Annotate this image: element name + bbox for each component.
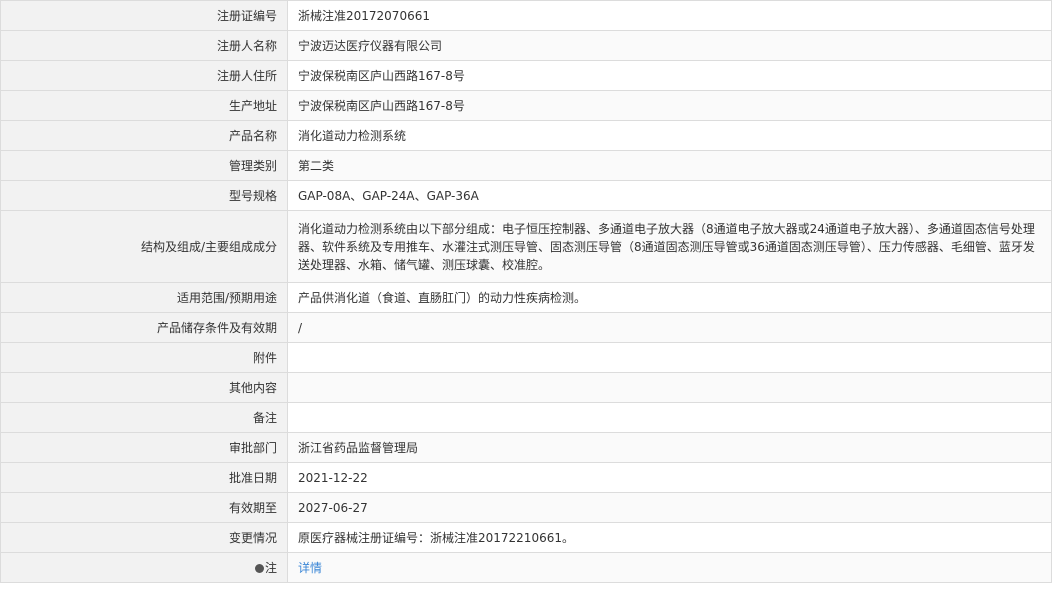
row-label: 管理类别 (0, 150, 288, 181)
table-row: 管理类别 第二类 (0, 150, 1052, 181)
approval-date-value: 2021-12-22 (287, 462, 1052, 493)
bulb-icon (254, 563, 264, 573)
registration-number-value: 浙械注准20172070661 (287, 0, 1052, 31)
row-label: 备注 (0, 402, 288, 433)
table-row: 产品储存条件及有效期 / (0, 312, 1052, 343)
table-row: 注册证编号 浙械注准20172070661 (0, 0, 1052, 31)
row-label: 适用范围/预期用途 (0, 282, 288, 313)
table-row: 产品名称 消化道动力检测系统 (0, 120, 1052, 151)
storage-validity-value: / (287, 312, 1052, 343)
remarks-value (287, 402, 1052, 433)
management-category-value: 第二类 (287, 150, 1052, 181)
approval-department-value: 浙江省药品监督管理局 (287, 432, 1052, 463)
change-history-value: 原医疗器械注册证编号：浙械注准20172210661。 (287, 522, 1052, 553)
row-label: 产品名称 (0, 120, 288, 151)
table-row: 型号规格 GAP-08A、GAP-24A、GAP-36A (0, 180, 1052, 211)
row-label: 审批部门 (0, 432, 288, 463)
model-spec-value: GAP-08A、GAP-24A、GAP-36A (287, 180, 1052, 211)
table-row: 批准日期 2021-12-22 (0, 462, 1052, 493)
row-label: 变更情况 (0, 522, 288, 553)
row-label: 注册人名称 (0, 30, 288, 61)
table-row: 备注 (0, 402, 1052, 433)
details-link[interactable]: 详情 (298, 561, 322, 575)
intended-use-value: 产品供消化道（食道、直肠肛门）的动力性疾病检测。 (287, 282, 1052, 313)
table-row-note: 注 详情 (0, 552, 1052, 583)
row-label: 注册证编号 (0, 0, 288, 31)
table-row: 审批部门 浙江省药品监督管理局 (0, 432, 1052, 463)
table-row: 附件 (0, 342, 1052, 373)
row-label: 附件 (0, 342, 288, 373)
structure-composition-value: 消化道动力检测系统由以下部分组成：电子恒压控制器、多通道电子放大器（8通道电子放… (287, 210, 1052, 283)
registrant-address-value: 宁波保税南区庐山西路167-8号 (287, 60, 1052, 91)
note-value-cell: 详情 (287, 552, 1052, 583)
row-label: 型号规格 (0, 180, 288, 211)
table-row: 有效期至 2027-06-27 (0, 492, 1052, 523)
table-row: 注册人住所 宁波保税南区庐山西路167-8号 (0, 60, 1052, 91)
table-row: 变更情况 原医疗器械注册证编号：浙械注准20172210661。 (0, 522, 1052, 553)
table-row: 注册人名称 宁波迈达医疗仪器有限公司 (0, 30, 1052, 61)
row-label: 批准日期 (0, 462, 288, 493)
note-label: 注 (264, 560, 277, 575)
table-row: 结构及组成/主要组成成分 消化道动力检测系统由以下部分组成：电子恒压控制器、多通… (0, 210, 1052, 283)
product-name-value: 消化道动力检测系统 (287, 120, 1052, 151)
registrant-name-value: 宁波迈达医疗仪器有限公司 (287, 30, 1052, 61)
production-address-value: 宁波保税南区庐山西路167-8号 (287, 90, 1052, 121)
registration-record-table: 注册证编号 浙械注准20172070661 注册人名称 宁波迈达医疗仪器有限公司… (0, 0, 1052, 583)
row-label: 注册人住所 (0, 60, 288, 91)
table-row: 其他内容 (0, 372, 1052, 403)
valid-until-value: 2027-06-27 (287, 492, 1052, 523)
table-row: 适用范围/预期用途 产品供消化道（食道、直肠肛门）的动力性疾病检测。 (0, 282, 1052, 313)
row-label: 有效期至 (0, 492, 288, 523)
table-row: 生产地址 宁波保税南区庐山西路167-8号 (0, 90, 1052, 121)
row-label: 生产地址 (0, 90, 288, 121)
row-label: 结构及组成/主要组成成分 (0, 210, 288, 283)
attachment-value (287, 342, 1052, 373)
note-label-cell: 注 (0, 552, 288, 583)
other-content-value (287, 372, 1052, 403)
row-label: 产品储存条件及有效期 (0, 312, 288, 343)
row-label: 其他内容 (0, 372, 288, 403)
